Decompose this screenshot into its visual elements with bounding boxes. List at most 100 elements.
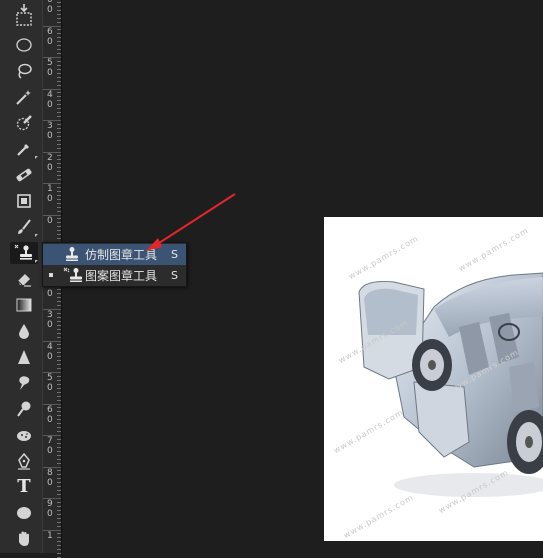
magic-wand-tool[interactable] (10, 86, 38, 108)
ruler-minor-tick (57, 332, 61, 334)
ruler-minor-tick (57, 45, 61, 47)
sponge-tool[interactable] (10, 424, 38, 446)
ruler-minor-tick (57, 179, 61, 181)
ruler-minor-tick (57, 171, 61, 173)
smudge-tool[interactable] (10, 372, 38, 394)
healing-brush-tool[interactable] (10, 164, 38, 186)
pattern-stamp-icon (63, 267, 85, 288)
ruler-minor-tick (57, 324, 61, 326)
ruler-minor-tick (57, 305, 61, 307)
ruler-label-digit: 0 (47, 162, 53, 173)
ruler-minor-tick (57, 458, 61, 460)
lasso-tool[interactable] (10, 60, 38, 82)
ruler-minor-tick (57, 159, 61, 161)
ruler-minor-tick (57, 135, 61, 137)
ruler-minor-tick (57, 352, 61, 354)
elliptical-marquee-tool[interactable] (10, 34, 38, 56)
ellipse-shape-tool[interactable] (10, 502, 38, 524)
ruler-minor-tick (57, 33, 61, 35)
document-canvas: www.pamrs.com www.pamrs.com www.pamrs.co… (324, 217, 543, 541)
ruler-minor-tick (57, 190, 61, 192)
ruler-minor-tick (57, 155, 61, 157)
ruler-minor-tick (57, 127, 61, 129)
eraser-icon (17, 274, 31, 287)
ruler-label-digit: 0 (47, 383, 53, 393)
ruler-minor-tick (57, 387, 61, 389)
ruler-minor-tick (57, 175, 61, 177)
ruler-minor-tick (57, 100, 61, 102)
quick-selection-icon (16, 115, 32, 131)
ruler-minor-tick (57, 478, 61, 480)
ruler-minor-tick (57, 450, 61, 452)
quick-selection-tool[interactable] (10, 112, 38, 134)
magic-wand-icon (16, 90, 31, 105)
ruler-minor-tick (57, 462, 61, 464)
ruler-minor-tick (57, 549, 61, 551)
brush-icon (18, 219, 31, 234)
ruler-label-digit: 0 (47, 351, 53, 362)
ruler-minor-tick (57, 438, 61, 440)
hand-tool[interactable] (10, 528, 38, 550)
ruler-minor-tick (57, 537, 61, 539)
patch-tool[interactable] (10, 190, 38, 212)
ruler-minor-tick (57, 139, 61, 141)
ruler-minor-tick (57, 316, 61, 318)
sponge-icon (17, 431, 31, 441)
ruler-minor-tick (57, 64, 61, 66)
ruler-minor-tick (57, 163, 61, 165)
ruler-minor-tick (57, 312, 61, 314)
ruler-minor-tick (57, 234, 61, 236)
ruler-minor-tick (57, 29, 61, 31)
car-image (358, 272, 543, 497)
menu-item-pattern-stamp[interactable]: 图案图章工具 S (43, 265, 186, 286)
pen-tool[interactable] (10, 450, 38, 472)
ruler-minor-tick (57, 1, 61, 3)
menu-item-label: 图案图章工具 (85, 269, 158, 283)
clone-stamp-flyout-menu: 仿制图章工具 S 图案图章工具 S (42, 242, 187, 287)
sharpen-tool[interactable] (10, 346, 38, 368)
ruler-minor-tick (57, 423, 61, 425)
ruler-label: 1 (47, 530, 53, 541)
ruler-minor-tick (57, 419, 61, 421)
ruler-minor-tick (57, 143, 61, 145)
menu-item-label: 仿制图章工具 (85, 248, 158, 262)
brush-tool[interactable] (10, 216, 38, 238)
ruler-minor-tick (57, 494, 61, 496)
ruler-minor-tick (57, 344, 61, 346)
ruler-minor-tick (57, 368, 61, 370)
ruler-minor-tick (57, 505, 61, 507)
ruler-minor-tick (57, 490, 61, 492)
ruler-minor-tick (57, 509, 61, 511)
ruler-minor-tick (57, 96, 61, 98)
ruler-minor-tick (57, 5, 61, 7)
type-icon: T (17, 476, 31, 497)
ruler-label-digit: 0 (47, 99, 53, 110)
ruler-minor-tick (57, 431, 61, 433)
blur-tool[interactable] (10, 320, 38, 342)
ruler-label-digit: 0 (47, 288, 53, 299)
ruler-minor-tick (57, 501, 61, 503)
ruler-label: 8 (47, 467, 53, 478)
rectangular-marquee-tool[interactable] (10, 8, 38, 30)
menu-item-shortcut: S (171, 269, 178, 282)
menu-item-shortcut: S (171, 248, 178, 261)
clone-stamp-tool[interactable] (10, 242, 38, 264)
menu-item-clone-stamp[interactable]: 仿制图章工具 S (43, 244, 186, 265)
ruler-label-digit: 0 (47, 194, 53, 204)
dodge-tool[interactable] (10, 398, 38, 420)
ruler-minor-tick (57, 446, 61, 448)
type-tool[interactable]: T (10, 476, 38, 498)
eyedropper-tool[interactable] (10, 138, 38, 160)
ruler-minor-tick (57, 375, 61, 377)
healing-brush-icon (16, 168, 32, 182)
gradient-tool[interactable] (10, 294, 38, 316)
ruler-minor-tick (57, 525, 61, 527)
ruler-minor-tick (57, 49, 61, 51)
ruler-minor-tick (57, 454, 61, 456)
ruler-label: 5 (47, 373, 53, 383)
eraser-tool[interactable] (10, 268, 38, 290)
ruler-minor-tick (57, 206, 61, 208)
ruler-minor-tick (57, 123, 61, 125)
ruler-minor-tick (57, 297, 61, 299)
ruler-label-digit: 0 (47, 5, 53, 15)
